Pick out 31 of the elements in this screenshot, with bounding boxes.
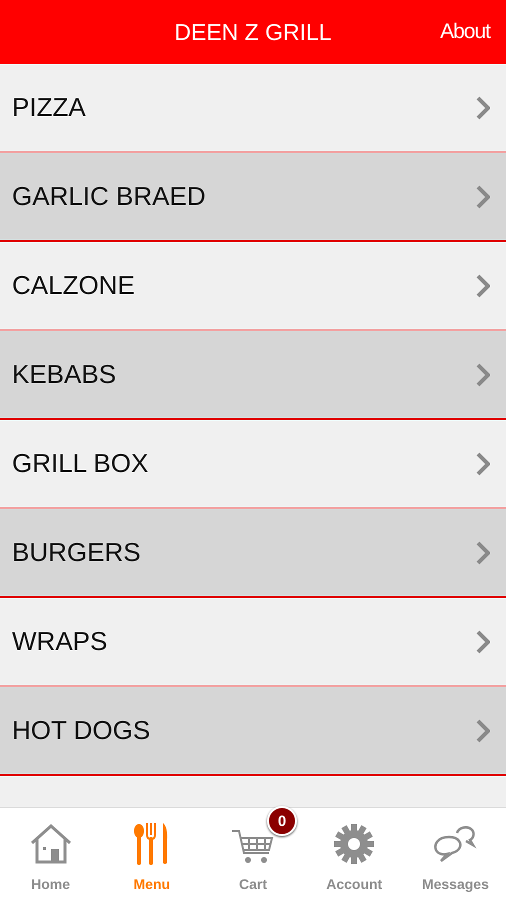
house-icon [28,823,73,865]
menu-row[interactable]: PIZZA [0,64,506,153]
menu-label: HOT DOGS [12,715,150,746]
menu-label: GRILL BOX [12,448,148,479]
chevron-icon [476,452,490,476]
chevron-icon [476,96,490,120]
menu-row[interactable]: CALZONE [0,242,506,331]
menu-label: GARLIC BRAED [12,181,206,212]
about-link[interactable]: About [440,20,490,44]
menu-label: WRAPS [12,626,108,657]
menu-row[interactable]: GARLIC BRAED [0,153,506,242]
chevron-icon [476,718,490,742]
menu-label: BURGERS [12,537,141,568]
chevron-icon [476,362,490,386]
chevron-icon [476,540,490,564]
chevron-icon [476,630,490,654]
app-title: DEEN Z GRILL [174,18,332,46]
gear-icon [333,823,376,865]
chevron-icon [476,184,490,208]
menu-row[interactable]: HOT DOGS [0,687,506,776]
menu-label: PIZZA [12,92,86,123]
chat-bubbles-icon [433,823,478,865]
menu-label: CALZONE [12,270,135,301]
menu-row[interactable]: WRAPS [0,598,506,687]
menu-row[interactable]: GRILL BOX [0,420,506,509]
menu-label: KEBABS [12,359,116,390]
menu-row[interactable]: BURGERS [0,509,506,598]
tab-item[interactable]: 0 Cart [202,808,304,900]
cart-count-badge: 0 [267,806,297,836]
chevron-icon [476,274,490,298]
menu-row[interactable]: KEBABS [0,331,506,420]
